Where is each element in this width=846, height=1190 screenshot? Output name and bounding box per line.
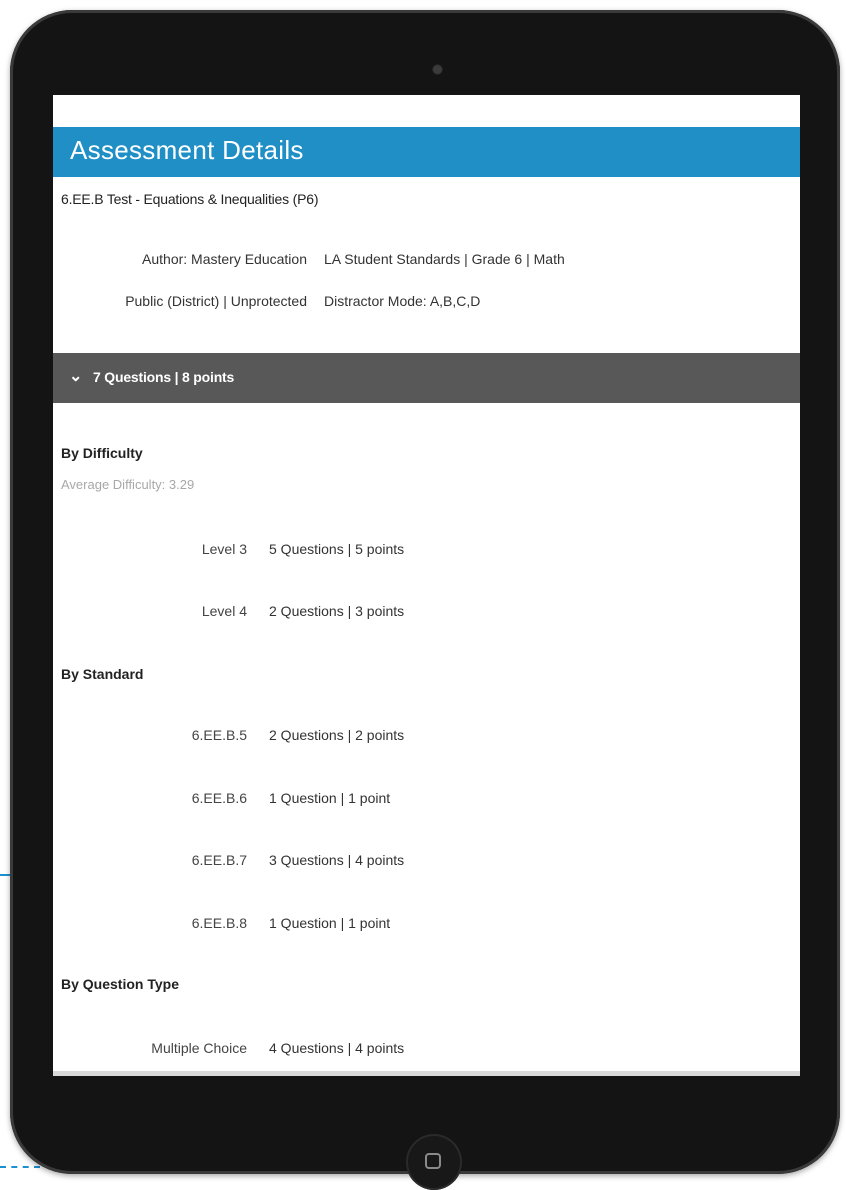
difficulty-level-label: Level 4 [201,603,247,619]
standard-code-value: 1 Question | 1 point [269,790,391,806]
question-type-heading: By Question Type [61,976,179,992]
chevron-down-icon: ⌄ [69,368,83,385]
page-header: Assessment Details [53,127,800,177]
scroll-edge-divider [53,1071,800,1076]
assessment-title: 6.EE.B Test - Equations & Inequalities (… [61,191,319,207]
screen: Assessment Details 6.EE.B Test - Equatio… [53,95,800,1076]
standard-code-label: 6.EE.B.8 [191,915,247,931]
home-square-icon [425,1153,441,1169]
standards-text: LA Student Standards | Grade 6 | Math [324,251,565,267]
dashed-guide-line [0,1166,40,1168]
distractor-mode-text: Distractor Mode: A,B,C,D [324,293,481,309]
standard-code-value: 3 Questions | 4 points [269,852,405,868]
questions-summary-toggle[interactable]: ⌄ 7 Questions | 8 points [53,353,800,403]
standard-code-label: 6.EE.B.5 [191,727,247,743]
average-difficulty: Average Difficulty: 3.29 [61,477,195,492]
difficulty-level-value: 2 Questions | 3 points [269,603,405,619]
camera-icon [433,65,442,74]
standard-heading: By Standard [61,666,144,682]
question-type-label: Multiple Choice [151,1040,247,1056]
standard-code-value: 2 Questions | 2 points [269,727,405,743]
visibility-text: Public (District) | Unprotected [125,293,307,309]
difficulty-level-value: 5 Questions | 5 points [269,541,405,557]
standard-code-value: 1 Question | 1 point [269,915,391,931]
author-text: Author: Mastery Education [142,251,307,267]
home-button[interactable] [406,1134,462,1190]
difficulty-heading: By Difficulty [61,445,143,461]
difficulty-level-label: Level 3 [201,541,247,557]
standard-code-label: 6.EE.B.6 [191,790,247,806]
page-title: Assessment Details [70,135,304,165]
question-type-value: 4 Questions | 4 points [269,1040,405,1056]
standard-code-label: 6.EE.B.7 [191,852,247,868]
summary-label: 7 Questions | 8 points [93,369,235,385]
